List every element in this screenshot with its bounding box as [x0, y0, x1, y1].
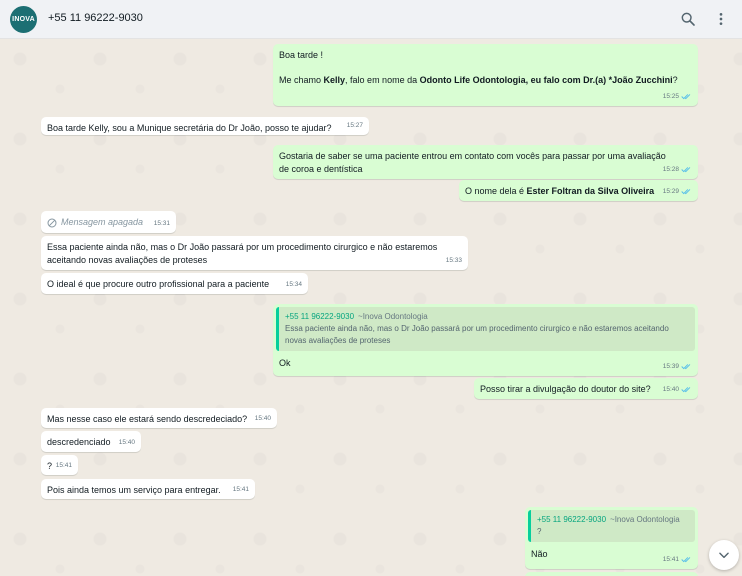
message-meta: 15:41 — [663, 553, 692, 566]
message-time: 15:31 — [153, 220, 170, 227]
message-incoming[interactable]: O ideal é que procure outro profissional… — [41, 273, 308, 294]
message-outgoing[interactable]: Gostaria de saber se uma paciente entrou… — [273, 145, 698, 179]
search-icon[interactable] — [680, 11, 696, 27]
message-meta: 15:28 — [663, 163, 692, 176]
message-text: Pois ainda temos um serviço para entrega… — [47, 485, 221, 495]
quoted-sender-name: ~Inova Odontologia — [610, 515, 680, 524]
blocked-icon — [47, 217, 57, 228]
chat-header: INOVA +55 11 96222-9030 — [0, 0, 742, 39]
message-meta: 15:41 — [56, 459, 72, 472]
quoted-text: ? — [537, 527, 542, 536]
message-text: Gostaria de saber se uma paciente entrou… — [279, 151, 666, 174]
message-text: Boa tarde ! — [279, 50, 324, 60]
message-text: Posso tirar a divulgação do doutor do si… — [480, 384, 651, 394]
quoted-text: Essa paciente ainda não, mas o Dr João p… — [285, 324, 669, 345]
message-incoming[interactable]: Essa paciente ainda não, mas o Dr João p… — [41, 236, 468, 270]
message-meta: 15:27 — [347, 119, 363, 132]
message-time: 15:40 — [254, 415, 271, 422]
message-outgoing-reply[interactable]: +55 11 96222-9030 ~Inova Odontologia ? Nã… — [525, 507, 698, 569]
chevron-down-icon — [719, 552, 729, 559]
scroll-to-bottom-button[interactable] — [709, 540, 739, 570]
message-incoming[interactable]: descredenciado 15:40 — [41, 431, 141, 452]
message-outgoing[interactable]: Posso tirar a divulgação do doutor do si… — [474, 378, 698, 399]
read-ticks-icon — [681, 189, 691, 195]
read-ticks-icon — [681, 387, 691, 393]
message-outgoing[interactable]: O nome dela é Ester Foltran da Silva Oli… — [459, 180, 698, 201]
quoted-sender: +55 11 96222-9030 — [537, 515, 607, 524]
message-meta: 15:40 — [119, 436, 135, 449]
message-time: 15:41 — [55, 462, 72, 469]
message-time: 15:34 — [285, 281, 302, 288]
message-incoming[interactable]: Pois ainda temos um serviço para entrega… — [41, 479, 255, 499]
message-time: 15:39 — [662, 363, 679, 370]
message-list[interactable]: Boa tarde ! Me chamo Kelly, falo em nome… — [0, 39, 742, 576]
message-meta: 15:40 — [255, 412, 271, 425]
message-time: 15:25 — [662, 93, 679, 100]
message-time: 15:27 — [346, 122, 363, 129]
message-incoming-deleted[interactable]: Mensagem apagada 15:31 — [41, 211, 176, 233]
quoted-message[interactable]: +55 11 96222-9030 ~Inova Odontologia ? — [528, 510, 695, 542]
message-time: 15:41 — [232, 486, 249, 493]
message-meta: 15:25 — [663, 90, 692, 103]
quoted-sender: +55 11 96222-9030 — [285, 312, 355, 321]
contact-name[interactable]: +55 11 96222-9030 — [48, 12, 143, 24]
message-outgoing[interactable]: Boa tarde ! Me chamo Kelly, falo em nome… — [273, 44, 698, 106]
read-ticks-icon — [681, 167, 691, 173]
message-incoming[interactable]: Boa tarde Kelly, sou a Munique secretári… — [41, 117, 369, 135]
message-time: 15:41 — [662, 556, 679, 563]
message-time: 15:40 — [118, 439, 135, 446]
message-meta: 15:31 — [154, 217, 170, 230]
read-ticks-icon — [681, 364, 691, 370]
message-meta: 15:39 — [663, 360, 692, 373]
message-outgoing-partial[interactable] — [525, 572, 698, 576]
more-vertical-icon[interactable] — [713, 11, 729, 27]
deleted-message: Mensagem apagada — [47, 216, 170, 229]
read-ticks-icon — [681, 94, 691, 100]
message-meta: 15:29 — [663, 185, 692, 198]
message-text: Boa tarde Kelly, sou a Munique secretári… — [47, 123, 332, 133]
message-time: 15:29 — [662, 188, 679, 195]
message-meta: 15:33 — [446, 254, 462, 267]
message-meta: 15:34 — [286, 278, 302, 291]
message-meta: 15:41 — [233, 483, 249, 496]
message-text: Me chamo Kelly, falo em nome da Odonto L… — [279, 75, 678, 85]
message-time: 15:40 — [662, 386, 679, 393]
message-incoming[interactable]: Mas nesse caso ele estará sendo descrede… — [41, 408, 277, 428]
message-meta: 15:40 — [663, 383, 692, 396]
avatar[interactable]: INOVA — [10, 6, 37, 33]
message-outgoing-reply[interactable]: +55 11 96222-9030 ~Inova Odontologia Essa… — [273, 304, 698, 376]
read-ticks-icon — [681, 557, 691, 563]
message-text: Essa paciente ainda não, mas o Dr João p… — [47, 242, 438, 265]
message-time: 15:33 — [445, 257, 462, 264]
message-text: Mas nesse caso ele estará sendo descrede… — [47, 414, 248, 424]
quoted-sender-name: ~Inova Odontologia — [358, 312, 428, 321]
message-text: O nome dela é Ester Foltran da Silva Oli… — [465, 186, 655, 196]
quoted-message[interactable]: +55 11 96222-9030 ~Inova Odontologia Essa… — [276, 307, 695, 351]
message-time: 15:28 — [662, 166, 679, 173]
message-text: O ideal é que procure outro profissional… — [47, 279, 270, 289]
message-text: Ok — [279, 358, 291, 368]
message-incoming[interactable]: ? 15:41 — [41, 455, 78, 475]
